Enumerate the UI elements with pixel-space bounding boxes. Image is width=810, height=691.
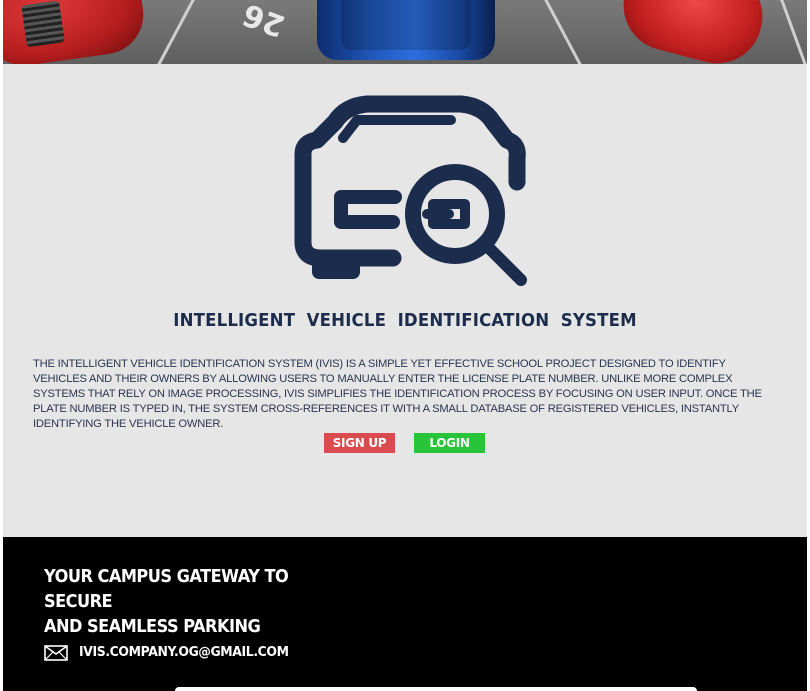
red-car-left (3, 0, 149, 64)
footer-bottom-bar (175, 687, 697, 691)
page-frame: 26 INTELLIGENT VEHICLE IDENTIFICATION SY… (3, 0, 807, 691)
contact-email[interactable]: IVIS.COMPANY.OG@GMAIL.COM (79, 644, 289, 660)
page-title: INTELLIGENT VEHICLE IDENTIFICATION SYSTE… (173, 310, 637, 331)
tagline-line-2: AND SEAMLESS PARKING (44, 616, 261, 637)
footer: YOUR CAMPUS GATEWAY TO SECURE AND SEAMLE… (3, 537, 807, 691)
mail-icon (44, 645, 68, 661)
red-car-right (613, 0, 773, 64)
car-search-icon (283, 92, 533, 290)
hero-parking-image: 26 (3, 0, 807, 64)
footer-tagline: YOUR CAMPUS GATEWAY TO SECURE AND SEAMLE… (44, 564, 332, 639)
sign-up-button[interactable]: SIGN UP (324, 433, 395, 453)
project-description: THE INTELLIGENT VEHICLE IDENTIFICATION S… (33, 358, 762, 430)
parking-spot-number: 26 (238, 0, 290, 44)
login-button[interactable]: LOGIN (414, 433, 485, 453)
tagline-line-1: YOUR CAMPUS GATEWAY TO SECURE (44, 566, 289, 612)
blue-car (317, 0, 495, 60)
